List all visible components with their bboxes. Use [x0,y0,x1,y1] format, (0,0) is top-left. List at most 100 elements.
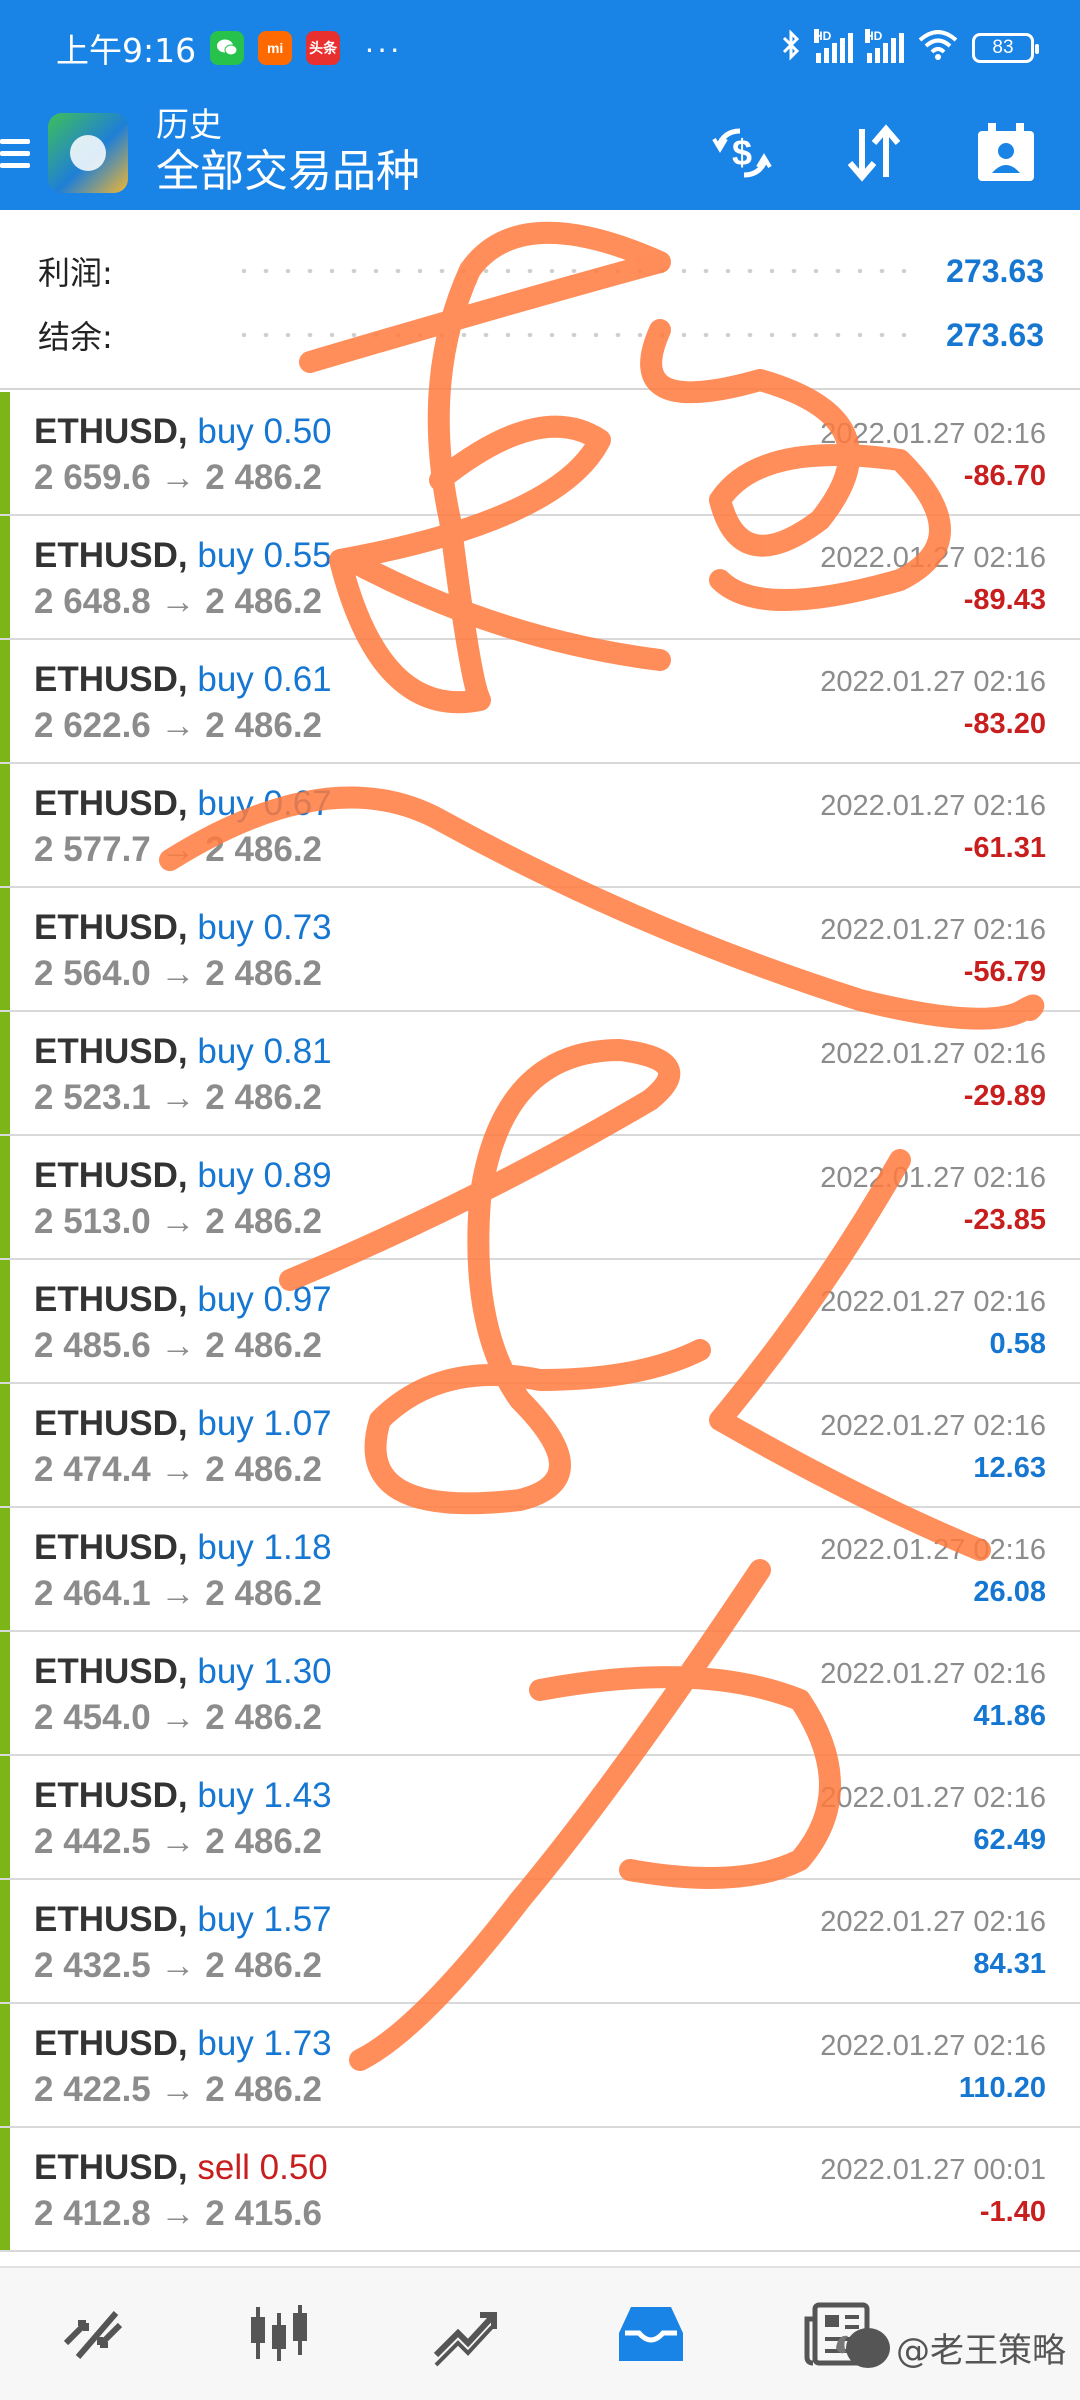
status-bar: 上午9:16 mi 头条 ··· HD HD 83 [0,0,1080,96]
trade-row[interactable]: ETHUSD, buy 0.97 2 485.6 → 2 486.2 2022.01… [0,1260,1080,1384]
trade-volume: 1.07 [263,1404,332,1443]
profit-row: 利润: 273.63 [38,246,1044,296]
trade-prices: 2 422.5 → 2 486.2 [34,2070,322,2110]
trade-row[interactable]: ETHUSD, buy 0.73 2 564.0 → 2 486.2 2022.01… [0,888,1080,1012]
trade-prices: 2 485.6 → 2 486.2 [34,1326,322,1366]
close-price: 2 486.2 [205,582,323,621]
page-subtitle: 历史 [156,106,222,143]
signal-hd-icon: HD [865,29,904,63]
menu-icon[interactable] [0,138,30,168]
open-price: 2 485.6 [34,1326,151,1365]
row-indicator-bar [0,764,10,886]
trade-profit: -56.79 [963,956,1046,988]
metatrader-logo [48,113,128,193]
row-indicator-bar [0,640,10,762]
page-title: 全部交易品种 [156,147,420,196]
trade-row[interactable]: ETHUSD, buy 1.18 2 464.1 → 2 486.2 2022.01… [0,1508,1080,1632]
open-price: 2 422.5 [34,2070,151,2109]
arrow-right-icon: → [160,458,196,497]
trade-profit: 0.58 [989,1328,1046,1360]
trade-date: 2022.01.27 02:16 [820,418,1046,450]
toutiao-watermark-icon [836,2328,890,2368]
trade-symbol: ETHUSD, [34,412,188,451]
trade-row[interactable]: ETHUSD, buy 1.57 2 432.5 → 2 486.2 2022.01… [0,1880,1080,2004]
trade-row[interactable]: ETHUSD, buy 1.30 2 454.0 → 2 486.2 2022.01… [0,1632,1080,1756]
close-price: 2 486.2 [205,954,323,993]
trade-row[interactable]: ETHUSD, sell 0.50 2 412.8 → 2 415.6 2022.0… [0,2128,1080,2252]
trade-row[interactable]: ETHUSD, buy 0.89 2 513.0 → 2 486.2 2022.01… [0,1136,1080,1260]
trade-date: 2022.01.27 02:16 [820,1658,1046,1690]
trade-row[interactable]: ETHUSD, buy 1.07 2 474.4 → 2 486.2 2022.01… [0,1384,1080,1508]
trade-row[interactable]: ETHUSD, buy 0.55 2 648.8 → 2 486.2 2022.01… [0,516,1080,640]
currency-exchange-icon[interactable]: $ [704,115,780,191]
trade-symbol: ETHUSD, [34,536,188,575]
trade-symbol: ETHUSD, [34,660,188,699]
chart-icon[interactable] [234,2289,324,2379]
trade-side: buy [197,1280,254,1319]
dotted-leader [232,333,923,337]
close-price: 2 486.2 [205,1078,323,1117]
trade-date: 2022.01.27 02:16 [820,1782,1046,1814]
trade-date: 2022.01.27 02:16 [820,1410,1046,1442]
row-indicator-bar [0,516,10,638]
arrow-right-icon: → [160,2194,196,2233]
trade-title: ETHUSD, buy 1.57 [34,1900,332,1940]
more-notifications-icon: ··· [364,29,403,66]
trade-volume: 0.50 [259,2148,328,2187]
trade-profit: 110.20 [958,2072,1046,2104]
balance-value: 273.63 [946,316,1044,353]
trade-row[interactable]: ETHUSD, buy 1.73 2 422.5 → 2 486.2 2022.01… [0,2004,1080,2128]
trade-volume: 1.57 [263,1900,332,1939]
trade-row[interactable]: ETHUSD, buy 0.67 2 577.7 → 2 486.2 2022.01… [0,764,1080,888]
signal-hd-icon: HD [814,29,853,63]
profit-label: 利润: [38,254,113,292]
trade-title: ETHUSD, buy 1.73 [34,2024,332,2064]
row-indicator-bar [0,1632,10,1754]
trade-side: buy [197,1652,254,1691]
trade-title: ETHUSD, sell 0.50 [34,2148,328,2188]
trade-prices: 2 513.0 → 2 486.2 [34,1202,322,1242]
quotes-icon[interactable] [48,2289,138,2379]
history-icon[interactable] [606,2289,696,2379]
trade-title: ETHUSD, buy 0.61 [34,660,332,700]
trade-symbol: ETHUSD, [34,1032,188,1071]
trade-symbol: ETHUSD, [34,1900,188,1939]
trade-prices: 2 523.1 → 2 486.2 [34,1078,322,1118]
trade-volume: 0.67 [263,784,332,823]
trade-profit: -86.70 [963,460,1046,492]
close-price: 2 486.2 [205,1946,323,1985]
trade-row[interactable]: ETHUSD, buy 0.81 2 523.1 → 2 486.2 2022.01… [0,1012,1080,1136]
trade-row[interactable]: ETHUSD, buy 0.61 2 622.6 → 2 486.2 2022.01… [0,640,1080,764]
trade-row[interactable]: ETHUSD, buy 1.43 2 442.5 → 2 486.2 2022.01… [0,1756,1080,1880]
row-indicator-bar [0,1756,10,1878]
trade-profit: 41.86 [973,1700,1046,1732]
status-right: HD HD 83 [780,28,1039,68]
close-price: 2 486.2 [205,1326,323,1365]
arrow-right-icon: → [160,1450,196,1489]
trade-row[interactable]: ETHUSD, buy 0.50 2 659.6 → 2 486.2 2022.01… [0,392,1080,516]
sort-icon[interactable] [836,115,912,191]
watermark-text: @老王策略 [896,2330,1066,2371]
trade-side: buy [197,1900,254,1939]
trade-symbol: ETHUSD, [34,1404,188,1443]
close-price: 2 486.2 [205,458,323,497]
watermark: @老王策略 [832,2322,1066,2372]
trade-profit: -1.40 [979,2196,1046,2228]
trade-title: ETHUSD, buy 1.30 [34,1652,332,1692]
trade-prices: 2 432.5 → 2 486.2 [34,1946,322,1986]
trade-profit: 26.08 [973,1576,1046,1608]
trade-date: 2022.01.27 02:16 [820,542,1046,574]
open-price: 2 442.5 [34,1822,151,1861]
trade-side: buy [197,1404,254,1443]
calendar-icon[interactable] [968,115,1044,191]
trade-side: buy [197,1032,254,1071]
row-indicator-bar [0,1136,10,1258]
trade-title: ETHUSD, buy 0.67 [34,784,332,824]
toolbar-titles[interactable]: 历史 全部交易品种 [156,106,420,200]
trade-profit: -61.31 [963,832,1046,864]
row-indicator-bar [0,2004,10,2126]
trade-side: sell [197,2148,250,2187]
app-toolbar: 历史 全部交易品种 $ [0,96,1080,210]
trade-prices: 2 442.5 → 2 486.2 [34,1822,322,1862]
trade-icon[interactable] [420,2289,510,2379]
